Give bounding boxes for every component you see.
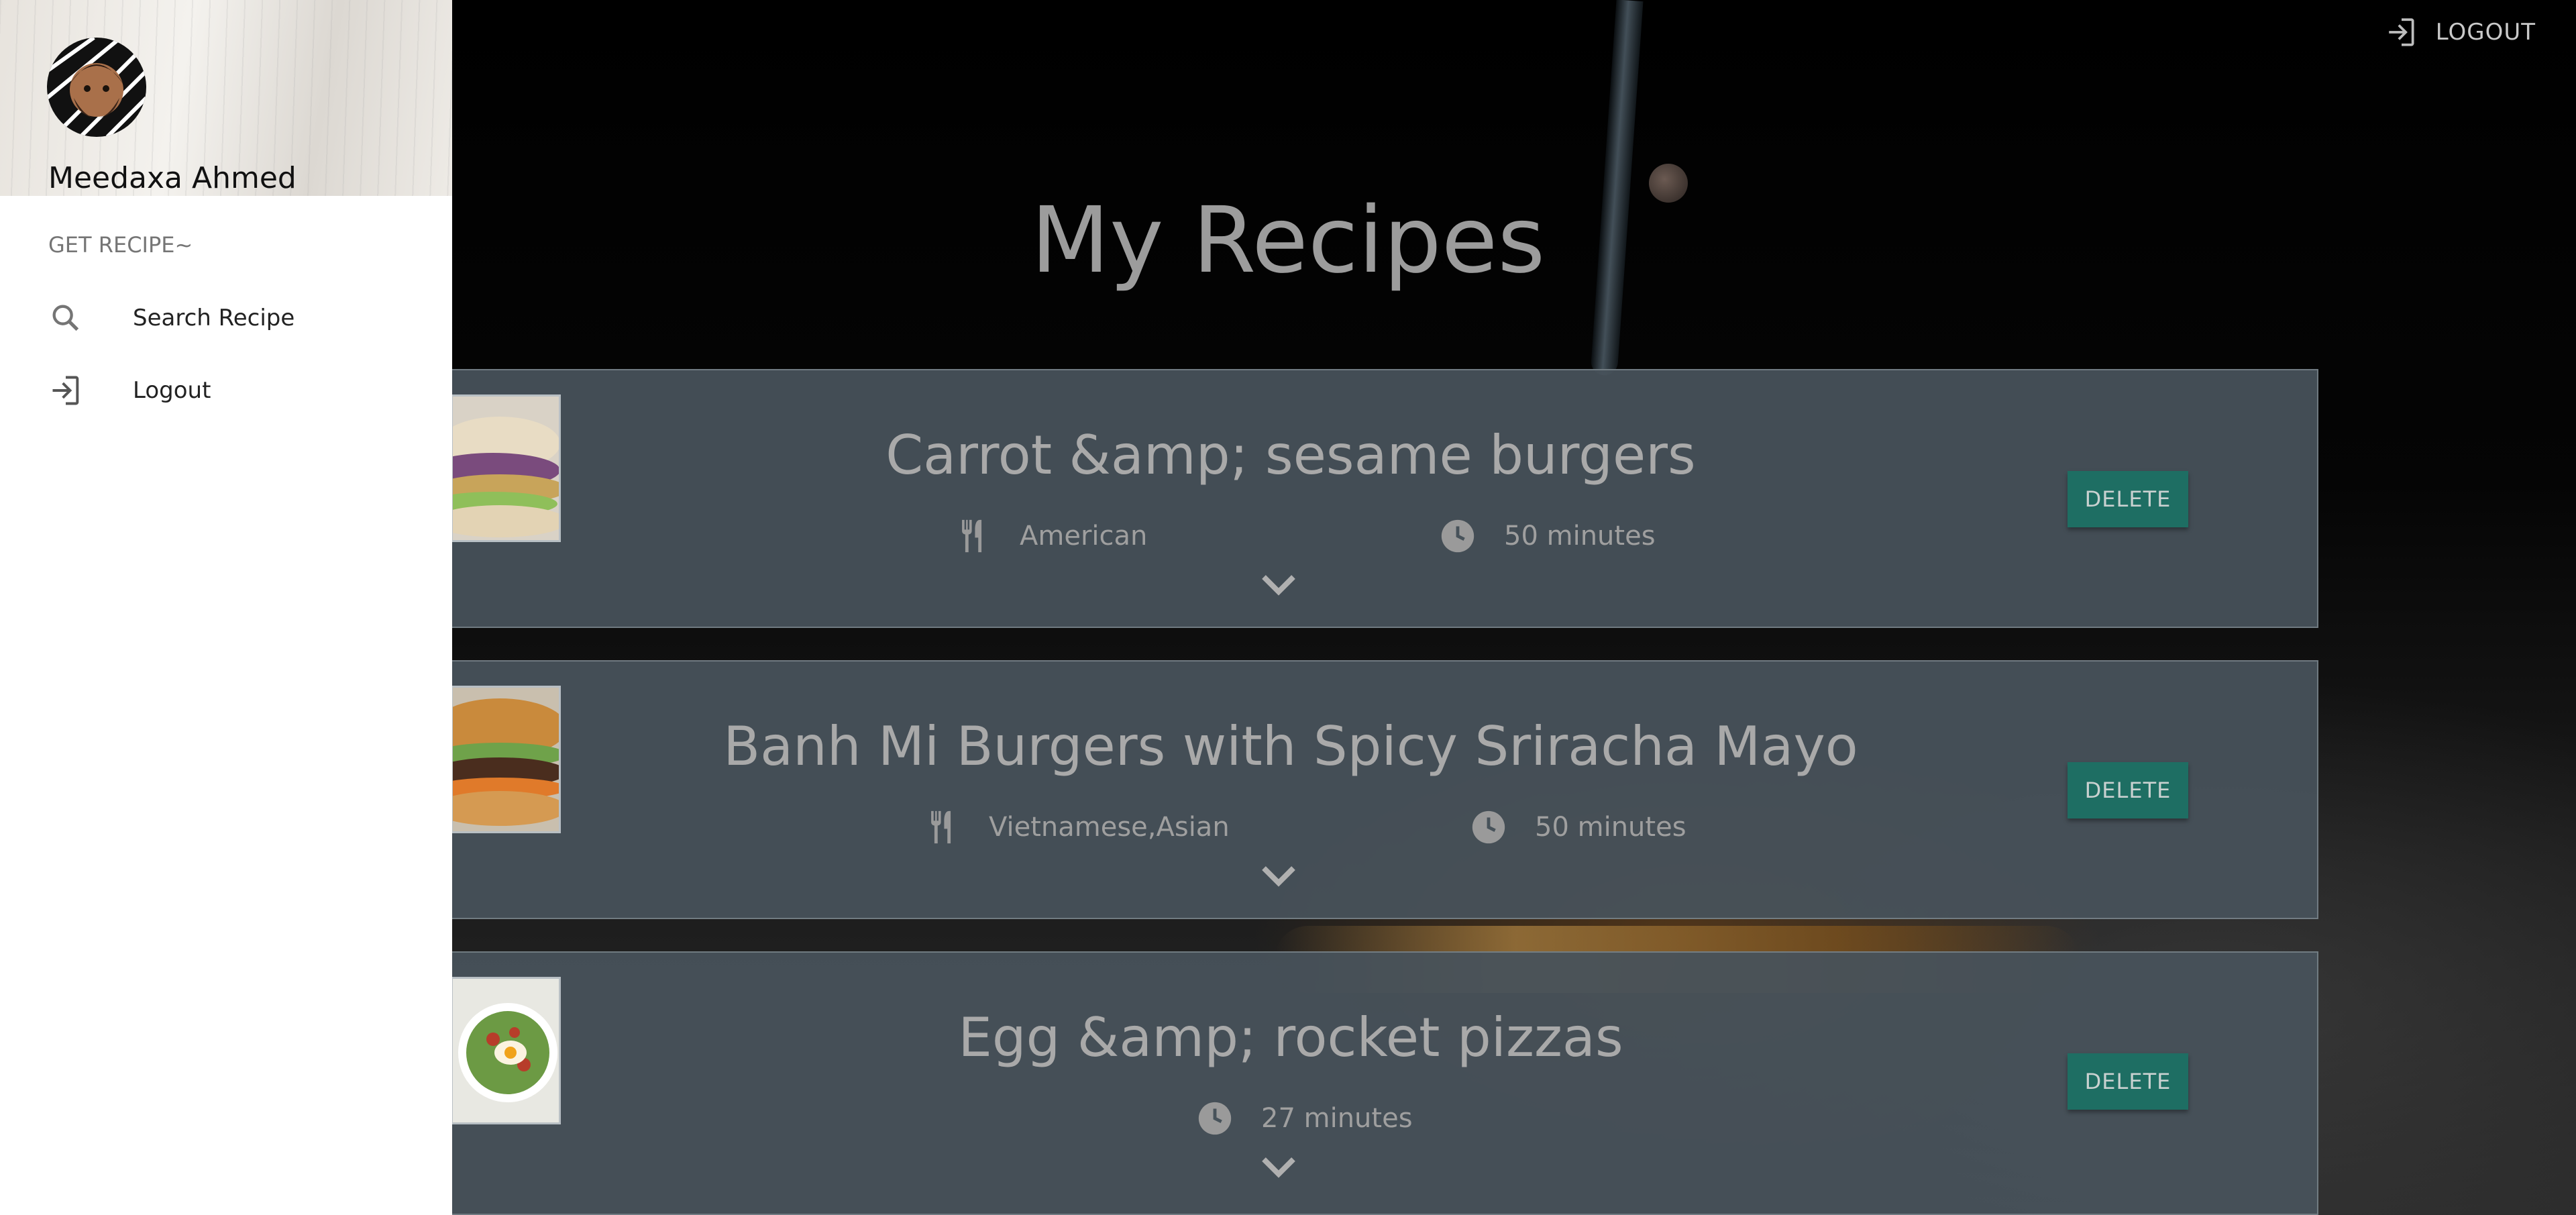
logout-icon [52, 376, 79, 405]
avatar-image [47, 38, 146, 137]
recipe-cuisine: American [954, 517, 1147, 556]
section-label: GET RECIPE~ [48, 232, 193, 258]
time-label: 27 minutes [1261, 1103, 1413, 1134]
sidebar-item-search-recipe[interactable]: Search Recipe [0, 284, 452, 352]
cutlery-icon [931, 810, 951, 844]
clock-icon [1472, 810, 1505, 844]
top-logout-button[interactable]: LOGOUT [2385, 15, 2536, 50]
logout-icon [2388, 18, 2414, 46]
recipe-card[interactable]: Egg &amp; rocket pizzas 27 minutes DELET… [451, 951, 2318, 1215]
search-icon [52, 305, 79, 331]
clock-icon [1198, 1102, 1232, 1135]
recipe-time: 27 minutes [1195, 1099, 1413, 1138]
chevron-down-icon[interactable] [1260, 572, 1297, 598]
avatar[interactable] [47, 38, 146, 137]
delete-button[interactable]: DELETE [2068, 762, 2188, 818]
recipe-title: Carrot &amp; sesame burgers [885, 424, 1696, 486]
sidebar-item-label: Search Recipe [133, 305, 295, 331]
chevron-down-icon[interactable] [1260, 1154, 1297, 1181]
recipe-time: 50 minutes [1469, 808, 1686, 847]
recipe-cuisine: Vietnamese,Asian [923, 808, 1230, 847]
cuisine-label: Vietnamese,Asian [989, 812, 1230, 843]
user-name: Meedaxa Ahmed [48, 161, 297, 195]
sidebar-item-label: Logout [133, 377, 211, 404]
cutlery-icon [962, 519, 982, 553]
recipe-card[interactable]: Carrot &amp; sesame burgers American 50 … [451, 369, 2318, 628]
time-label: 50 minutes [1535, 812, 1686, 843]
delete-button[interactable]: DELETE [2068, 471, 2188, 527]
time-label: 50 minutes [1504, 521, 1656, 551]
recipe-title: Egg &amp; rocket pizzas [958, 1006, 1623, 1069]
recipe-card[interactable]: Banh Mi Burgers with Spicy Sriracha Mayo… [451, 660, 2318, 919]
delete-button[interactable]: DELETE [2068, 1053, 2188, 1110]
sidebar-header: Meedaxa Ahmed [0, 0, 452, 196]
cuisine-label: American [1020, 521, 1148, 551]
sidebar-item-logout[interactable]: Logout [0, 357, 452, 424]
chevron-down-icon[interactable] [1260, 863, 1297, 890]
recipe-time: 50 minutes [1438, 517, 1656, 556]
sidebar-drawer: Meedaxa Ahmed GET RECIPE~ Search Recipe … [0, 0, 452, 1215]
clock-icon [1441, 519, 1474, 553]
top-logout-label: LOGOUT [2435, 19, 2536, 46]
recipe-title: Banh Mi Burgers with Spicy Sriracha Mayo [723, 715, 1858, 778]
